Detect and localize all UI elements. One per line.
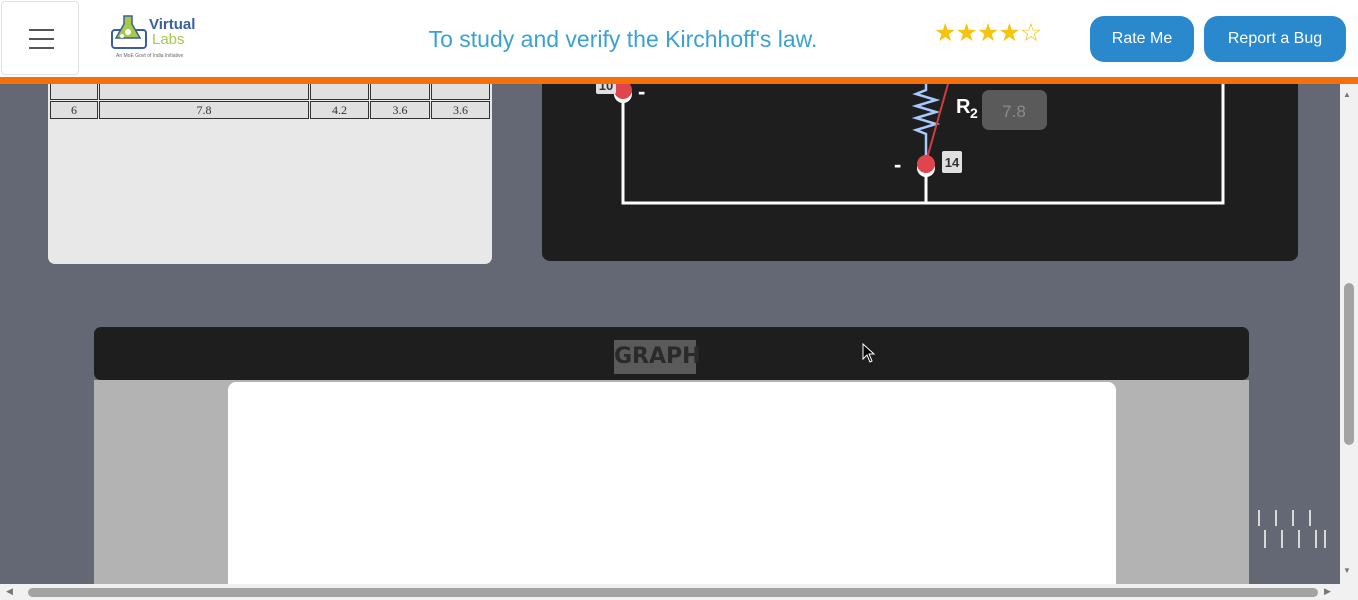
table-cell (310, 84, 369, 100)
scroll-up-arrow-icon[interactable]: ▲ (1343, 90, 1351, 99)
resistor-coil (911, 84, 941, 156)
wave-lines-icon (1258, 510, 1326, 548)
table-cell (99, 84, 309, 100)
circuit-diagram: 10 - 14 - R 2 7.8 (596, 84, 1225, 205)
report-bug-button[interactable]: Report a Bug (1204, 16, 1346, 62)
hamburger-menu-button[interactable] (1, 1, 79, 75)
top-header: Virtual Labs An MoE Govt of India Initia… (0, 0, 1358, 77)
menu-bar-icon (29, 38, 54, 40)
header-accent-bar (0, 77, 1358, 84)
experiment-title: To study and verify the Kirchhoff's law. (428, 26, 818, 52)
virtual-labs-logo[interactable]: Virtual Labs An MoE Govt of India Initia… (108, 10, 208, 64)
menu-bar-icon (29, 29, 54, 31)
table-cell: 7.8 (99, 101, 309, 119)
observation-table: 6 7.8 4.2 3.6 3.6 (49, 84, 491, 120)
scroll-right-arrow-icon[interactable]: ▶ (1324, 586, 1331, 597)
polarity-sign-right: - (894, 152, 901, 177)
graph-canvas[interactable] (228, 382, 1116, 585)
probe-right[interactable] (917, 155, 935, 173)
star-filled-icon[interactable]: ★ (977, 19, 999, 47)
table-cell: 3.6 (370, 101, 430, 119)
circuit-panel: 10 - 14 - R 2 7.8 (542, 84, 1298, 261)
table-row (50, 84, 490, 100)
star-filled-icon[interactable]: ★ (955, 19, 977, 47)
logo-tagline: An MoE Govt of India Initiative (116, 53, 184, 59)
table-cell (370, 84, 430, 100)
logo-text-labs: Labs (152, 31, 185, 48)
star-rating[interactable]: ★★★★☆ (934, 18, 1042, 48)
scroll-down-arrow-icon[interactable]: ▼ (1343, 566, 1351, 575)
mouse-cursor-icon (862, 343, 876, 363)
resistor-value: 7.8 (1002, 102, 1026, 121)
table-cell: 6 (50, 101, 98, 119)
star-empty-icon[interactable]: ☆ (1020, 19, 1042, 47)
menu-bar-icon (29, 47, 54, 49)
node-label-left: 10 (599, 84, 613, 93)
resistor-subscript: 2 (970, 105, 978, 121)
table-cell: 4.2 (310, 101, 369, 119)
graph-title: GRAPH (614, 340, 701, 374)
vertical-scroll-thumb[interactable] (1344, 283, 1354, 445)
node-label-right: 14 (945, 155, 960, 170)
horizontal-scroll-thumb[interactable] (28, 588, 1318, 597)
table-cell: 3.6 (431, 101, 490, 119)
polarity-sign-left: - (638, 84, 645, 104)
resistor-label: R (956, 96, 971, 118)
observation-table-panel: 6 7.8 4.2 3.6 3.6 (48, 84, 492, 264)
rate-me-button[interactable]: Rate Me (1090, 16, 1194, 62)
flask-icon (111, 15, 147, 49)
star-filled-icon[interactable]: ★ (934, 19, 956, 47)
table-row: 6 7.8 4.2 3.6 3.6 (50, 101, 490, 119)
star-filled-icon[interactable]: ★ (998, 19, 1020, 47)
table-cell (50, 84, 98, 100)
scrollbar-corner (1340, 584, 1358, 600)
circuit-wire (621, 84, 1225, 205)
table-cell (431, 84, 490, 100)
scroll-left-arrow-icon[interactable]: ◀ (6, 586, 13, 597)
